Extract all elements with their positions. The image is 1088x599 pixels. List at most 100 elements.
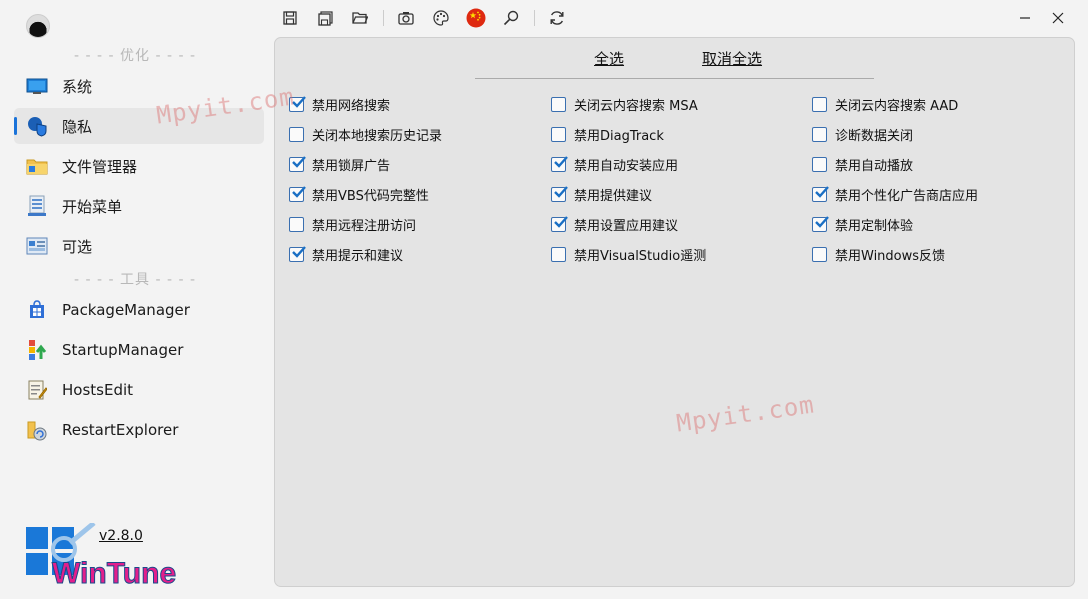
option-checkbox[interactable]: 禁用提示和建议 [289, 244, 403, 264]
checkbox-checked-icon[interactable] [812, 215, 829, 232]
sidebar-item-system[interactable]: 系统 [14, 68, 264, 104]
sidebar-item-label: 隐私 [62, 117, 93, 136]
option-checkbox[interactable]: 禁用VisualStudio遥测 [551, 244, 706, 264]
palette-icon[interactable] [429, 6, 453, 30]
option-checkbox[interactable]: 禁用自动安装应用 [551, 154, 678, 174]
checkbox-checked-icon[interactable] [289, 185, 306, 202]
option-label: 禁用VBS代码完整性 [312, 188, 429, 204]
sidebar-item-file-manager[interactable]: 文件管理器 [14, 148, 264, 184]
folder-icon [26, 156, 48, 176]
checkbox-unchecked-icon[interactable] [812, 96, 827, 112]
option-checkbox[interactable]: 禁用锁屏广告 [289, 154, 390, 174]
option-checkbox[interactable]: 禁用Windows反馈 [812, 244, 945, 264]
option-checkbox[interactable]: 关闭云内容搜索 AAD [812, 94, 958, 114]
option-label: 禁用个性化广告商店应用 [835, 188, 979, 204]
save-all-icon[interactable] [313, 6, 337, 30]
sidebar-item-privacy[interactable]: 隐私 [14, 108, 264, 144]
toolbar [278, 6, 580, 30]
sidebar-item-label: PackageManager [62, 301, 190, 319]
sidebar-item-label: 系统 [62, 77, 93, 96]
toolbar-separator [383, 10, 384, 26]
sidebar-item-label: 可选 [62, 237, 93, 256]
option-checkbox[interactable]: 禁用个性化广告商店应用 [812, 184, 978, 204]
deselect-all-button[interactable]: 取消全选 [702, 48, 762, 69]
sidebar-item-label: 文件管理器 [62, 157, 138, 176]
checkbox-checked-icon[interactable] [551, 155, 568, 172]
screenshot-icon[interactable] [394, 6, 418, 30]
minimize-icon [1020, 17, 1030, 19]
sidebar-item-package-manager[interactable]: PackageManager [14, 292, 264, 328]
version-link[interactable]: v2.8.0 [99, 528, 143, 544]
checkbox-checked-icon[interactable] [551, 215, 568, 232]
shield-icon [26, 116, 48, 137]
package-icon [26, 300, 48, 320]
checkbox-unchecked-icon[interactable] [289, 126, 304, 142]
option-checkbox[interactable]: 诊断数据关闭 [812, 124, 913, 144]
sidebar-item-startup-manager[interactable]: StartupManager [14, 332, 264, 368]
checkbox-checked-icon[interactable] [289, 155, 306, 172]
checkbox-checked-icon[interactable] [289, 95, 306, 112]
close-button[interactable] [1045, 6, 1071, 30]
app-logo-icon [26, 14, 50, 38]
divider [475, 78, 874, 79]
svg-text:WinTune: WinTune [52, 557, 176, 587]
checkbox-unchecked-icon[interactable] [812, 246, 827, 262]
option-checkbox[interactable]: 关闭云内容搜索 MSA [551, 94, 698, 114]
sidebar-item-label: HostsEdit [62, 381, 134, 399]
option-label: 禁用设置应用建议 [574, 218, 679, 234]
privacy-options-panel: 全选 取消全选 禁用网络搜索关闭本地搜索历史记录禁用锁屏广告禁用VBS代码完整性… [274, 37, 1075, 587]
checkbox-checked-icon[interactable] [551, 185, 568, 202]
checkbox-unchecked-icon[interactable] [289, 216, 304, 232]
option-label: 禁用Windows反馈 [835, 248, 946, 264]
section-title-optimize: - - - - 优化 - - - - [73, 48, 196, 64]
checkbox-unchecked-icon[interactable] [551, 246, 566, 262]
section-title-tools: - - - - 工具 - - - - [73, 272, 196, 288]
minimize-button[interactable] [1012, 6, 1038, 30]
close-icon [1052, 12, 1064, 24]
option-label: 诊断数据关闭 [835, 128, 914, 144]
toolbar-separator [534, 10, 535, 26]
option-checkbox[interactable]: 禁用提供建议 [551, 184, 652, 204]
sidebar-item-restart-explorer[interactable]: RestartExplorer [14, 412, 264, 448]
option-checkbox[interactable]: 禁用远程注册访问 [289, 214, 416, 234]
option-label: 关闭云内容搜索 AAD [835, 98, 959, 114]
edit-file-icon [26, 380, 48, 400]
sidebar-item-hosts-edit[interactable]: HostsEdit [14, 372, 264, 408]
option-checkbox[interactable]: 禁用DiagTrack [551, 124, 664, 144]
select-all-button[interactable]: 全选 [594, 48, 624, 69]
option-checkbox[interactable]: 关闭本地搜索历史记录 [289, 124, 442, 144]
checkbox-unchecked-icon[interactable] [812, 156, 827, 172]
option-label: 禁用DiagTrack [574, 128, 664, 144]
optional-features-icon [26, 236, 48, 256]
sidebar: - - - - 优化 - - - - 系统 隐私 文件管理器 开始菜单 可选 -… [0, 0, 270, 599]
option-checkbox[interactable]: 禁用设置应用建议 [551, 214, 678, 234]
open-folder-icon[interactable] [348, 6, 372, 30]
option-checkbox[interactable]: 禁用自动播放 [812, 154, 913, 174]
refresh-icon[interactable] [545, 6, 569, 30]
checkbox-unchecked-icon[interactable] [812, 126, 827, 142]
monitor-icon [26, 76, 48, 96]
option-label: 禁用自动播放 [835, 158, 914, 174]
save-icon[interactable] [278, 6, 302, 30]
china-flag-icon[interactable] [464, 6, 488, 30]
option-label: 禁用提供建议 [574, 188, 653, 204]
option-label: 关闭本地搜索历史记录 [312, 128, 443, 144]
checkbox-checked-icon[interactable] [289, 245, 306, 262]
option-label: 禁用自动安装应用 [574, 158, 679, 174]
sidebar-item-start-menu[interactable]: 开始菜单 [14, 188, 264, 224]
option-checkbox[interactable]: 禁用VBS代码完整性 [289, 184, 429, 204]
search-icon[interactable] [499, 6, 523, 30]
option-label: 禁用网络搜索 [312, 98, 391, 114]
option-label: 禁用远程注册访问 [312, 218, 417, 234]
option-label: 禁用提示和建议 [312, 248, 404, 264]
sidebar-item-label: RestartExplorer [62, 421, 179, 439]
checkbox-checked-icon[interactable] [812, 185, 829, 202]
checkbox-unchecked-icon[interactable] [551, 96, 566, 112]
option-checkbox[interactable]: 禁用网络搜索 [289, 94, 390, 114]
sidebar-item-label: StartupManager [62, 341, 184, 359]
sidebar-item-label: 开始菜单 [62, 197, 123, 216]
sidebar-item-optional[interactable]: 可选 [14, 228, 264, 264]
checkbox-unchecked-icon[interactable] [551, 126, 566, 142]
startup-icon [26, 340, 48, 360]
option-checkbox[interactable]: 禁用定制体验 [812, 214, 913, 234]
